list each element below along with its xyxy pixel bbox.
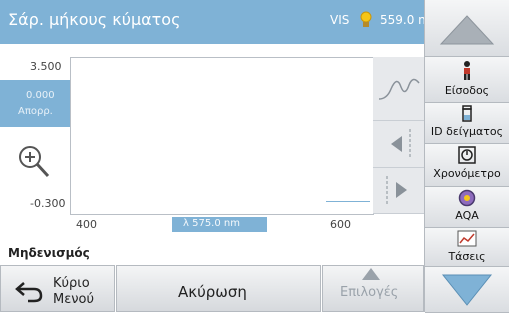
sidebar-item-sample-id[interactable]: ID δείγματος xyxy=(425,103,509,144)
chevron-up-icon xyxy=(362,268,380,280)
lamp-mode: VIS xyxy=(330,13,350,27)
page-title: Σάρ. μήκους κύματος xyxy=(8,10,181,29)
zero-status-label: Μηδενισμός xyxy=(8,246,90,260)
absorbance-unit: Απορρ. xyxy=(18,106,53,117)
main-menu-label-1: Κύριο xyxy=(53,276,90,291)
triangle-down-icon xyxy=(441,274,493,306)
sample-vial-icon xyxy=(462,105,472,122)
options-label: Επιλογές xyxy=(340,285,399,300)
back-arrow-icon xyxy=(15,282,43,303)
y-axis-max: 3.500 xyxy=(30,60,62,73)
sidebar-item-label: Χρονόμετρο xyxy=(433,167,501,180)
sidebar-item-trends[interactable]: Τάσεις xyxy=(425,228,509,267)
sidebar-item-aqa[interactable]: AQA xyxy=(425,187,509,228)
arrow-left-icon xyxy=(391,129,411,159)
main-menu-label-2: Μενού xyxy=(53,292,94,307)
scroll-up-button[interactable] xyxy=(425,0,509,57)
scan-plot-area[interactable] xyxy=(70,57,374,215)
scroll-down-button[interactable] xyxy=(425,267,509,313)
sidebar-item-label: Είσοδος xyxy=(444,84,490,97)
x-axis-end: 600 xyxy=(330,218,351,231)
sidebar-item-timer[interactable]: Χρονόμετρο xyxy=(425,144,509,187)
absorbance-value: 0.000 xyxy=(26,90,55,101)
zoom-in-icon[interactable] xyxy=(14,142,54,182)
cancel-label: Ακύρωση xyxy=(178,283,247,301)
timer-icon xyxy=(458,146,476,164)
trend-chart-icon xyxy=(457,230,477,247)
x-axis-start: 400 xyxy=(76,218,97,231)
triangle-up-icon xyxy=(439,15,495,45)
cursor-left-button[interactable] xyxy=(373,121,424,168)
absorbance-readout xyxy=(0,80,70,127)
sidebar-item-label: AQA xyxy=(455,209,479,222)
person-icon xyxy=(464,61,470,80)
peak-search-button[interactable] xyxy=(373,57,424,121)
aqa-icon xyxy=(458,189,476,207)
arrow-right-icon xyxy=(386,176,407,205)
cursor-wavelength: λ 575.0 nm xyxy=(183,218,240,229)
sidebar-item-label: Τάσεις xyxy=(448,250,486,263)
y-axis-min: -0.300 xyxy=(30,197,66,210)
cursor-right-button[interactable] xyxy=(373,168,424,214)
scan-trace xyxy=(326,201,370,202)
lamp-icon xyxy=(360,11,372,27)
sidebar-item-label: ID δείγματος xyxy=(430,125,504,138)
wave-icon xyxy=(378,78,420,100)
sidebar-item-entry[interactable]: Είσοδος xyxy=(425,57,509,103)
